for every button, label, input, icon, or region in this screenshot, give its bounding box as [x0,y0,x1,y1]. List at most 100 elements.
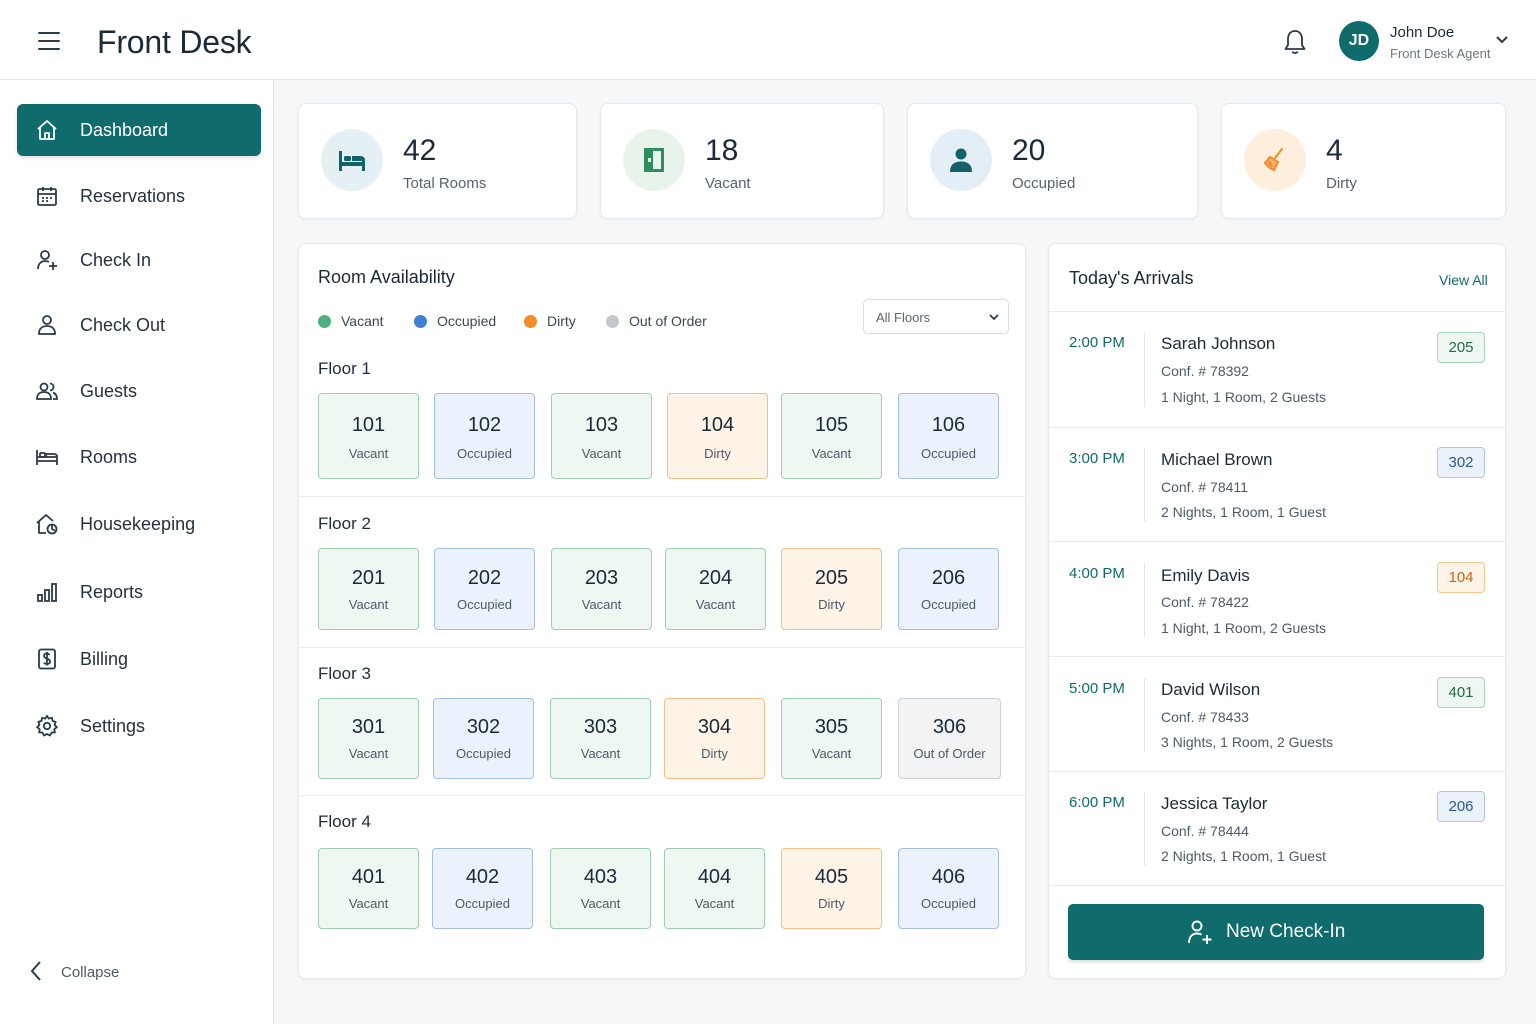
room-tile[interactable]: 406 Occupied [898,848,999,929]
stat-value: 4 [1326,134,1343,167]
divider [1144,333,1145,407]
room-tile[interactable]: 405 Dirty [781,848,882,929]
divider [1048,771,1505,772]
room-tile[interactable]: 304 Dirty [664,698,765,779]
guest-name[interactable]: Jessica Taylor [1161,794,1267,814]
room-badge[interactable]: 205 [1437,332,1485,363]
floor-filter-value: All Floors [876,310,931,325]
legend-label: Out of Order [629,313,707,329]
room-tile[interactable]: 404 Vacant [664,848,765,929]
sidebar-item-housekeeping[interactable]: Housekeeping [17,498,261,550]
sidebar: Dashboard Reservations Check In Check Ou… [0,80,274,1024]
room-tile[interactable]: 301 Vacant [318,698,419,779]
room-status: Vacant [348,597,389,612]
room-tile[interactable]: 303 Vacant [550,698,651,779]
room-status: Vacant [695,597,736,612]
room-status: Dirty [701,746,728,761]
menu-icon[interactable] [38,32,60,50]
sidebar-item-settings[interactable]: Settings [17,700,261,752]
room-tile[interactable]: 305 Vacant [781,698,882,779]
room-badge[interactable]: 302 [1437,447,1485,478]
collapse-label: Collapse [61,964,120,981]
room-tile[interactable]: 103 Vacant [551,393,652,479]
room-status: Occupied [921,896,976,911]
divider [1144,563,1145,637]
stay-details: 3 Nights, 1 Room, 2 Guests [1161,734,1333,750]
stat-label: Dirty [1326,175,1357,192]
legend-label: Occupied [437,313,497,329]
sidebar-item-check-in[interactable]: Check In [17,234,261,286]
bell-icon[interactable] [1282,28,1308,56]
sidebar-item-check-out[interactable]: Check Out [17,299,261,351]
room-status: Vacant [348,446,389,461]
confirmation-number: Conf. # 78444 [1161,823,1249,839]
user-icon [38,315,56,335]
divider [1048,656,1505,657]
room-tile[interactable]: 205 Dirty [781,548,882,630]
room-tile[interactable]: 302 Occupied [433,698,534,779]
chevron-down-icon[interactable] [1495,35,1509,45]
gear-icon [35,714,59,737]
sidebar-item-reservations[interactable]: Reservations [17,170,261,222]
room-status: Vacant [811,446,852,461]
floor-filter-select[interactable]: All Floors [863,299,1009,334]
room-number: 301 [351,716,386,738]
room-tile[interactable]: 203 Vacant [551,548,652,630]
room-status: Dirty [818,896,845,911]
room-tile[interactable]: 202 Occupied [434,548,535,630]
room-tile[interactable]: 206 Occupied [898,548,999,630]
new-check-in-button[interactable]: New Check-In [1068,904,1484,960]
room-number: 106 [931,414,966,436]
sidebar-item-rooms[interactable]: Rooms [17,431,261,483]
room-badge[interactable]: 104 [1437,562,1485,593]
arrival-time: 3:00 PM [1069,450,1125,467]
room-tile[interactable]: 201 Vacant [318,548,419,630]
divider [1048,311,1505,312]
room-tile[interactable]: 204 Vacant [665,548,766,630]
stat-value: 18 [705,134,739,167]
collapse-button[interactable]: Collapse [28,958,148,986]
stat-card-occupied: 20 Occupied [907,103,1198,219]
room-tile[interactable]: 403 Vacant [550,848,651,929]
sidebar-item-billing[interactable]: Billing [17,633,261,685]
room-tile[interactable]: 401 Vacant [318,848,419,929]
room-tile[interactable]: 102 Occupied [434,393,535,479]
user-name: John Doe [1390,24,1455,41]
stat-label: Occupied [1012,175,1076,192]
sidebar-item-reports[interactable]: Reports [17,566,261,618]
legend-label: Dirty [547,313,576,329]
guest-name[interactable]: Sarah Johnson [1161,334,1275,354]
top-header: Front Desk JD John Doe Front Desk Agent [0,0,1536,80]
chevron-left-icon [30,961,41,981]
room-badge[interactable]: 401 [1437,677,1485,708]
room-status: Dirty [818,597,845,612]
stay-details: 2 Nights, 1 Room, 1 Guest [1161,504,1326,520]
floor-label: Floor 3 [318,664,371,683]
stat-card-total-rooms: 42 Total Rooms [298,103,577,219]
avatar[interactable]: JD [1339,21,1379,61]
guest-name[interactable]: Michael Brown [1161,450,1273,470]
sidebar-item-guests[interactable]: Guests [17,365,261,417]
room-tile[interactable]: 106 Occupied [898,393,999,479]
room-tile[interactable]: 402 Occupied [432,848,533,929]
view-all-link[interactable]: View All [1439,272,1488,288]
broom-icon [1244,129,1306,191]
room-number: 401 [351,866,386,888]
room-tile[interactable]: 104 Dirty [667,393,768,479]
room-tile[interactable]: 101 Vacant [318,393,419,479]
app-title: Front Desk [97,24,252,60]
sidebar-item-dashboard[interactable]: Dashboard [17,104,261,156]
chevron-down-icon [989,314,999,321]
room-tile[interactable]: 105 Vacant [781,393,882,479]
confirmation-number: Conf. # 78422 [1161,594,1249,610]
room-status: Vacant [581,446,622,461]
guest-name[interactable]: Emily Davis [1161,566,1250,586]
room-badge[interactable]: 206 [1437,791,1485,822]
room-status: Occupied [921,597,976,612]
user-plus-icon [37,250,57,270]
room-number: 104 [700,414,735,436]
room-tile[interactable]: 306 Out of Order [898,698,1001,779]
guest-name[interactable]: David Wilson [1161,680,1260,700]
room-number: 206 [931,567,966,589]
sidebar-item-label: Rooms [80,446,138,467]
